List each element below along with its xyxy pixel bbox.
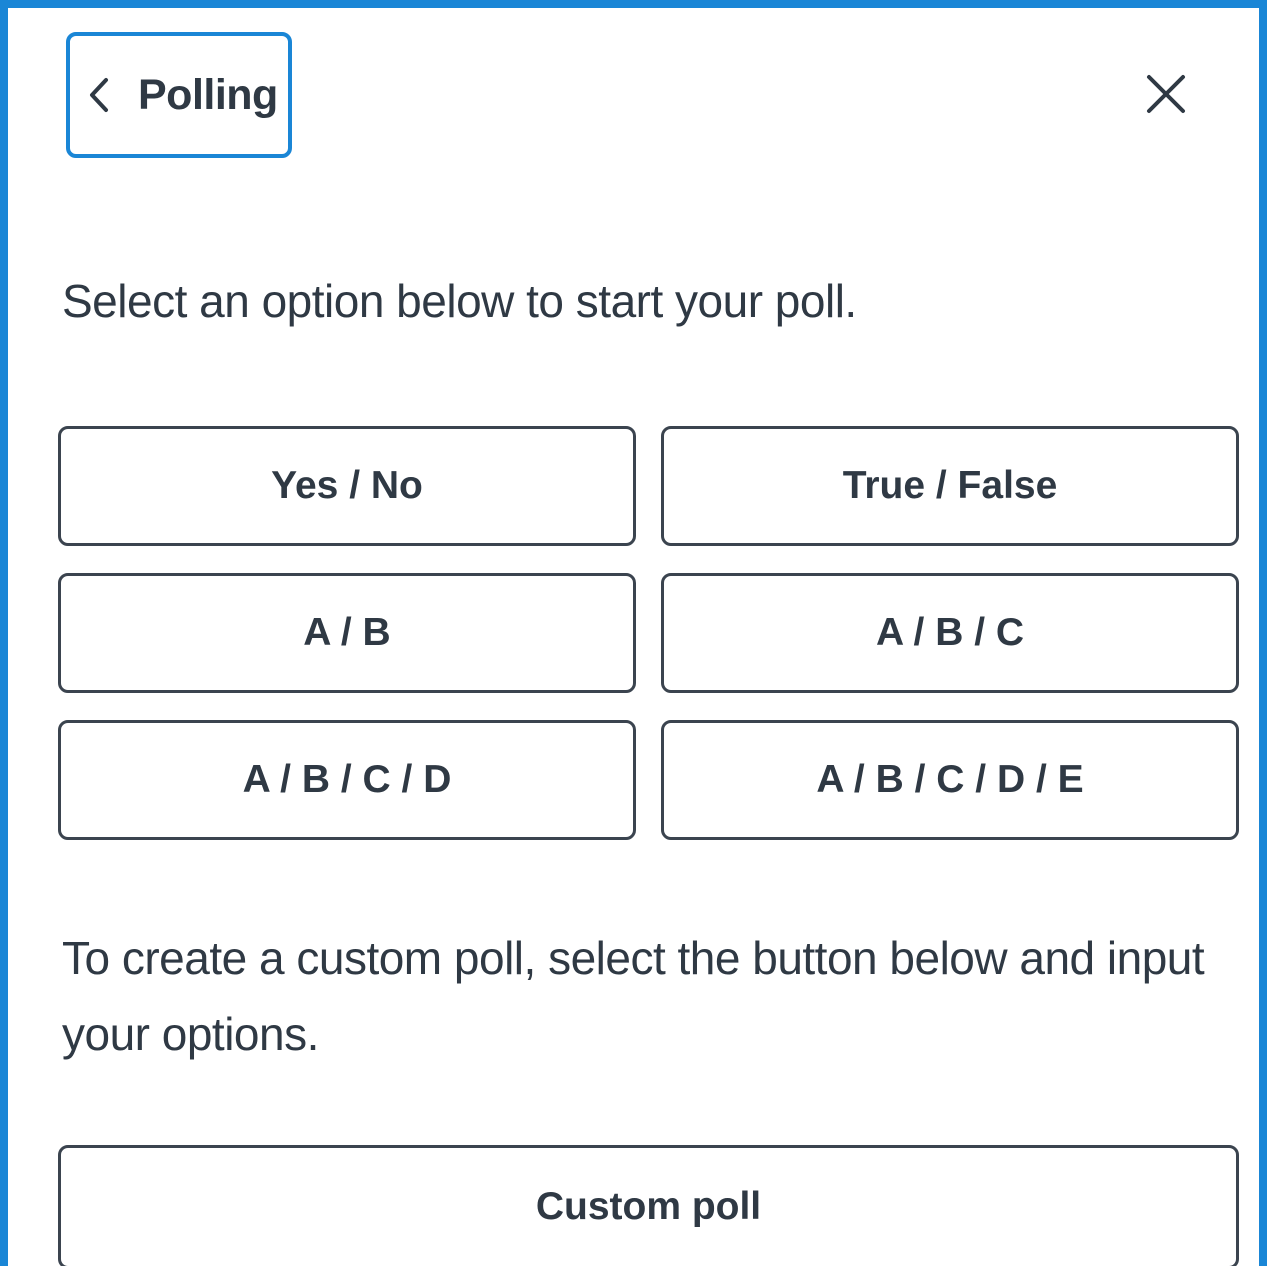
close-button[interactable] xyxy=(1138,68,1194,124)
back-button[interactable]: Polling xyxy=(66,32,292,158)
intro-text: Select an option below to start your pol… xyxy=(62,275,857,327)
polling-panel: Polling Select an option below to start … xyxy=(0,0,1267,1266)
custom-poll-button[interactable]: Custom poll xyxy=(58,1145,1239,1266)
poll-option-a-b-c-d[interactable]: A / B / C / D xyxy=(58,720,636,840)
poll-option-a-b-c-d-e[interactable]: A / B / C / D / E xyxy=(661,720,1239,840)
poll-option-a-b-c[interactable]: A / B / C xyxy=(661,573,1239,693)
close-icon xyxy=(1146,74,1186,119)
chevron-left-icon xyxy=(84,75,114,115)
poll-option-true-false[interactable]: True / False xyxy=(661,426,1239,546)
poll-option-a-b[interactable]: A / B xyxy=(58,573,636,693)
poll-option-yes-no[interactable]: Yes / No xyxy=(58,426,636,546)
panel-title: Polling xyxy=(138,70,278,119)
custom-poll-description: To create a custom poll, select the butt… xyxy=(62,932,1205,1060)
